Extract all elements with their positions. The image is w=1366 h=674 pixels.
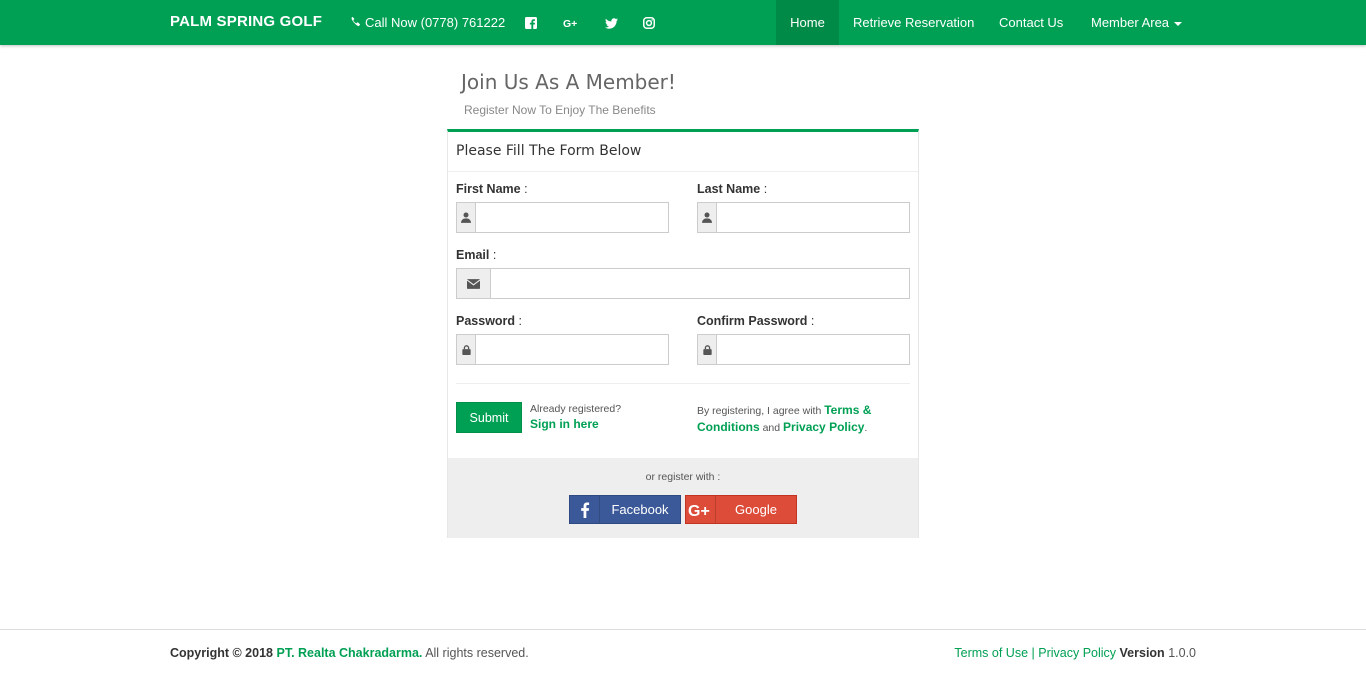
facebook-icon <box>570 496 600 523</box>
version-number: 1.0.0 <box>1168 646 1196 660</box>
instagram-icon[interactable] <box>641 15 657 31</box>
confirm-password-group <box>697 334 910 365</box>
terms-of-use-link[interactable]: Terms of Use <box>954 646 1028 660</box>
nav-home[interactable]: Home <box>776 0 839 45</box>
envelope-icon <box>457 269 491 298</box>
social-register-section: or register with : Facebook G+ Google <box>448 458 918 538</box>
facebook-square-icon[interactable] <box>523 15 539 31</box>
google-label: Google <box>735 502 777 517</box>
nav-member-area-label: Member Area <box>1091 15 1170 30</box>
footer-privacy-link[interactable]: Privacy Policy <box>1038 646 1116 660</box>
privacy-link[interactable]: Privacy Policy <box>783 420 864 434</box>
lock-icon <box>457 335 476 364</box>
page-footer: Copyright © 2018 PT. Realta Chakradarma.… <box>0 629 1366 674</box>
confirm-password-label: Confirm Password : <box>697 314 815 328</box>
caret-down-icon <box>1174 21 1183 26</box>
password-label: Password : <box>456 314 523 328</box>
call-now-text: Call Now (0778) 761222 <box>365 15 506 30</box>
google-plus-icon: G+ <box>686 496 716 523</box>
agree-prefix: By registering, I agree with <box>697 405 822 417</box>
call-now[interactable]: Call Now (0778) 761222 <box>350 15 505 30</box>
last-name-group <box>697 202 910 233</box>
nav-retrieve-reservation[interactable]: Retrieve Reservation <box>853 0 974 45</box>
company-link[interactable]: PT. Realta Chakradarma. <box>276 646 422 660</box>
page-title: Join Us As A Member! <box>461 70 676 94</box>
agreement-text: By registering, I agree with Terms & Con… <box>697 403 872 434</box>
google-plus-icon[interactable]: G+ <box>562 15 582 31</box>
password-group <box>456 334 669 365</box>
email-label: Email : <box>456 248 497 262</box>
twitter-icon[interactable] <box>603 15 619 31</box>
first-name-label: First Name : <box>456 182 528 196</box>
panel-heading: Please Fill The Form Below <box>448 132 918 172</box>
password-input[interactable] <box>476 335 668 364</box>
nav-member-area[interactable]: Member Area <box>1091 0 1183 45</box>
page-subtitle: Register Now To Enjoy The Benefits <box>464 103 656 117</box>
user-icon <box>457 203 476 232</box>
facebook-label: Facebook <box>611 502 669 517</box>
top-navbar: PALM SPRING GOLF Call Now (0778) 761222 … <box>0 0 1366 45</box>
submit-button[interactable]: Submit <box>456 402 522 433</box>
version-label: Version <box>1119 646 1165 660</box>
copyright: Copyright © 2018 PT. Realta Chakradarma.… <box>170 646 529 660</box>
registration-panel: Please Fill The Form Below First Name : … <box>447 129 919 538</box>
footer-links: Terms of Use | Privacy Policy Version 1.… <box>954 646 1196 660</box>
nav-contact-us[interactable]: Contact Us <box>999 0 1063 45</box>
phone-icon <box>350 15 361 30</box>
confirm-password-input[interactable] <box>717 335 909 364</box>
or-register-text: or register with : <box>645 471 721 483</box>
google-register-button[interactable]: G+ Google <box>685 495 797 524</box>
first-name-group <box>456 202 669 233</box>
already-registered-text: Already registered? <box>530 403 622 415</box>
user-icon <box>698 203 717 232</box>
brand-logo[interactable]: PALM SPRING GOLF <box>170 13 322 30</box>
email-group <box>456 268 910 299</box>
form-divider <box>456 383 910 384</box>
sign-in-link[interactable]: Sign in here <box>530 417 599 431</box>
first-name-input[interactable] <box>476 203 668 232</box>
agree-and: and <box>762 422 781 434</box>
email-input[interactable] <box>491 269 909 298</box>
svg-text:G+: G+ <box>563 18 577 29</box>
lock-icon <box>698 335 717 364</box>
svg-text:G+: G+ <box>688 503 710 518</box>
facebook-register-button[interactable]: Facebook <box>569 495 681 524</box>
last-name-input[interactable] <box>717 203 909 232</box>
last-name-label: Last Name : <box>697 182 768 196</box>
